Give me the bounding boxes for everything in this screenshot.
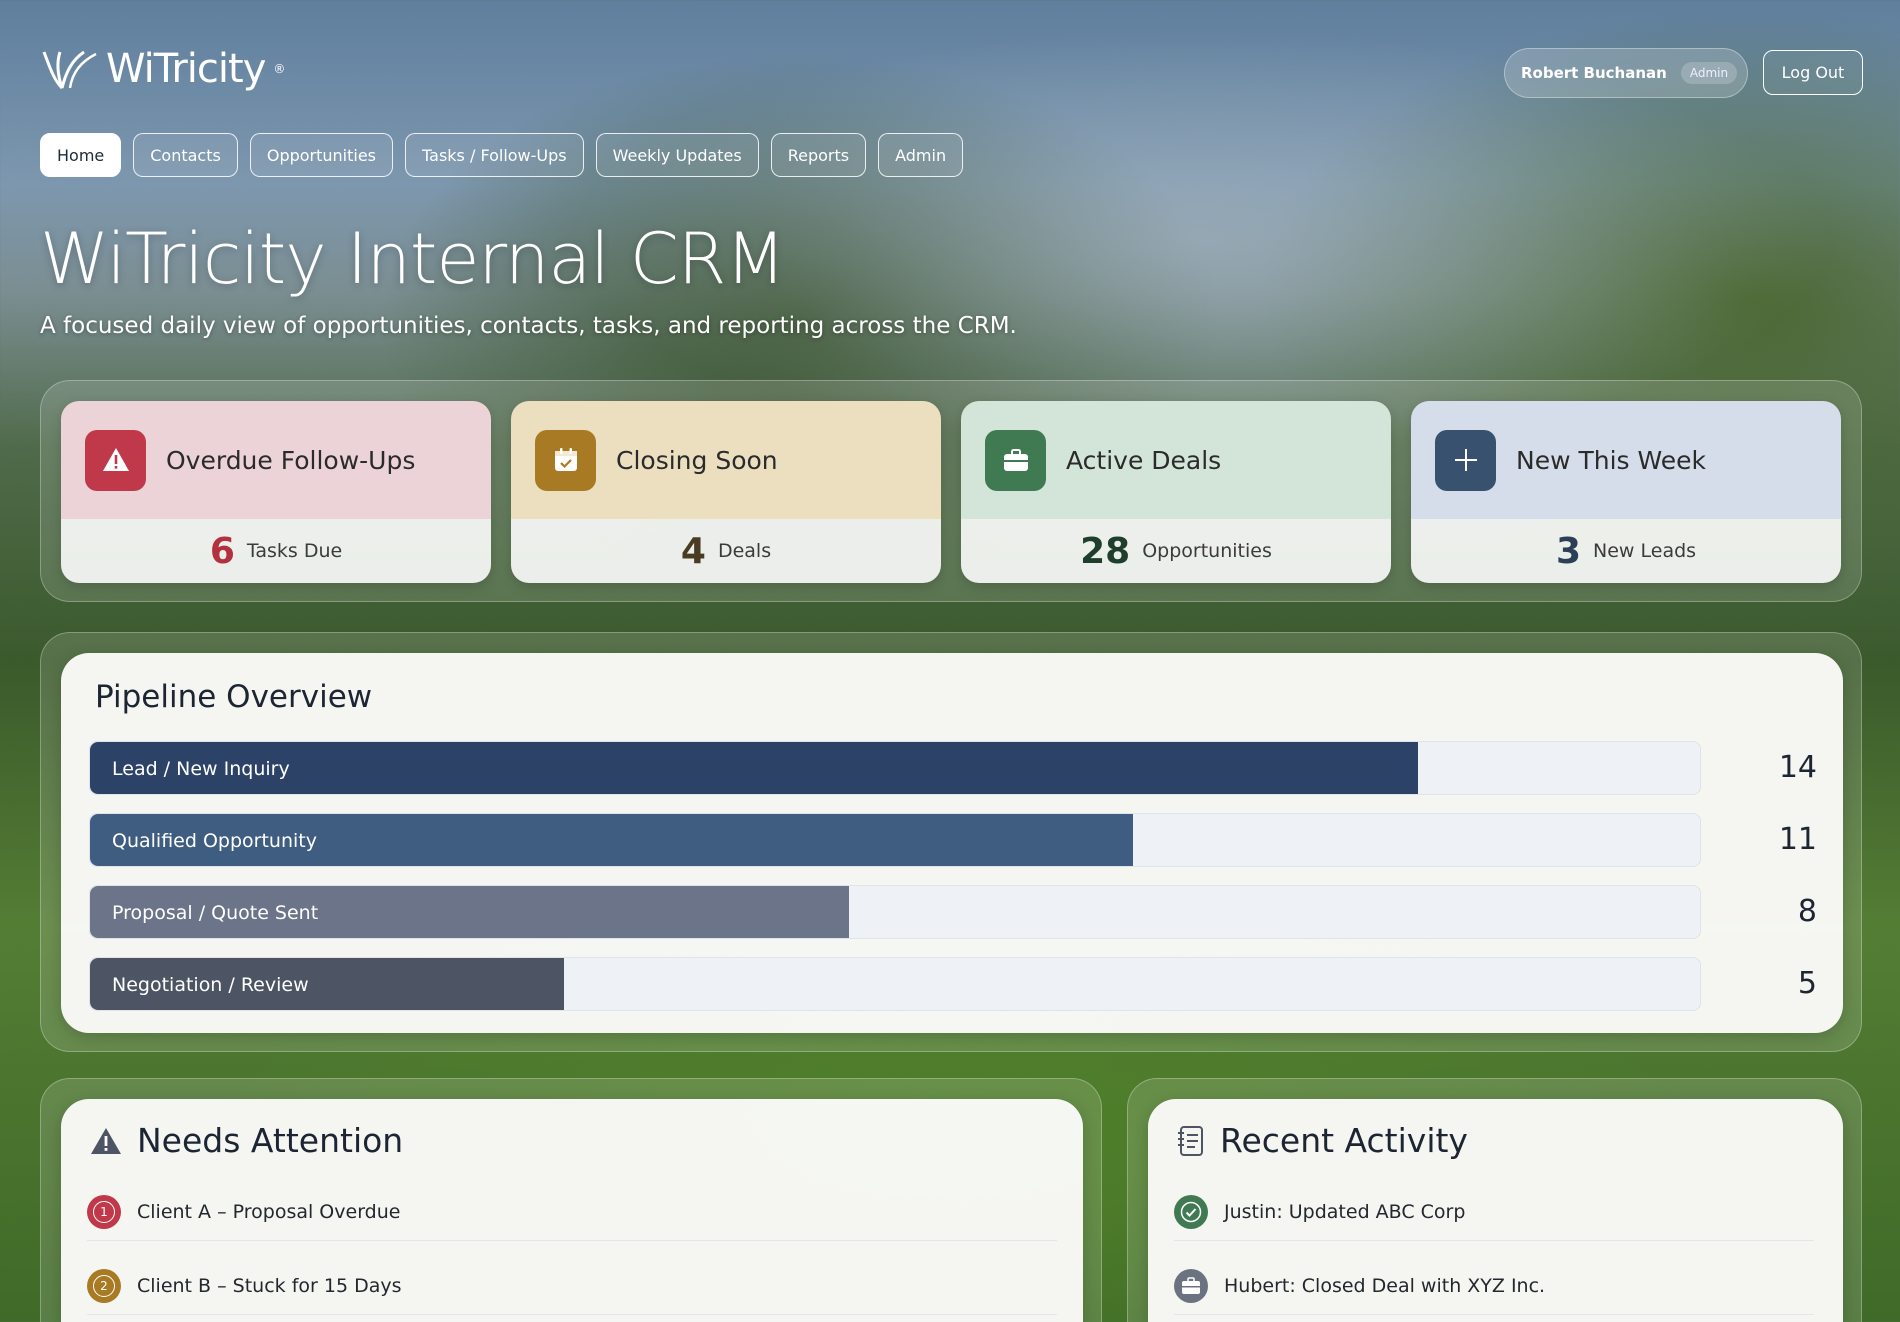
brand-logo[interactable]: WiTricity ® — [40, 46, 285, 92]
check-icon — [1174, 1194, 1208, 1229]
number-badge-icon: 1 — [87, 1194, 121, 1229]
notepad-icon — [1178, 1125, 1203, 1156]
page-title: WiTricity Internal CRM — [40, 218, 786, 300]
tab-weekly-updates[interactable]: Weekly Updates — [595, 133, 759, 177]
stat-value: 28 — [1080, 530, 1131, 572]
item-text: Client B – Stuck for 15 Days — [137, 1274, 402, 1297]
list-item[interactable]: 2 Client B – Stuck for 15 Days — [87, 1257, 1057, 1315]
pipeline-bar-track[interactable]: Negotiation / Review — [89, 957, 1701, 1011]
stat-unit: Deals — [717, 540, 772, 562]
role-badge: Admin — [1680, 62, 1738, 84]
tab-home[interactable]: Home — [40, 133, 122, 177]
stat-label: Overdue Follow-Ups — [166, 445, 416, 475]
pipeline-title: Pipeline Overview — [95, 679, 373, 715]
recent-activity-container: Recent Activity Justin: Updated ABC Corp… — [1127, 1078, 1862, 1322]
pipeline-container: Pipeline Overview Lead / New Inquiry 14 Qu… — [40, 632, 1862, 1052]
activity-text: Hubert: Closed Deal with XYZ Inc. — [1224, 1274, 1546, 1297]
needs-attention-title: Needs Attention — [137, 1121, 404, 1160]
stat-value: 3 — [1555, 530, 1582, 572]
stat-unit: New Leads — [1593, 540, 1697, 562]
recent-activity-title: Recent Activity — [1220, 1121, 1468, 1160]
stat-label: Closing Soon — [616, 445, 778, 475]
list-item[interactable]: 1 Client A – Proposal Overdue — [87, 1183, 1057, 1241]
pipeline-stage-label: Negotiation / Review — [112, 974, 309, 996]
warning-icon — [85, 429, 146, 491]
stat-unit: Tasks Due — [246, 540, 343, 562]
main-nav: Home Contacts Opportunities Tasks / Foll… — [40, 133, 964, 177]
briefcase-icon — [1174, 1268, 1208, 1303]
stat-unit: Opportunities — [1142, 540, 1272, 562]
stats-container: Overdue Follow-Ups 6 Tasks Due Closing S… — [40, 380, 1862, 602]
pipeline-panel: Pipeline Overview Lead / New Inquiry 14 Qu… — [61, 653, 1843, 1033]
recent-activity-panel: Recent Activity Justin: Updated ABC Corp… — [1148, 1099, 1843, 1322]
stat-card-closing-soon[interactable]: Closing Soon 4 Deals — [511, 401, 941, 583]
stat-label: New This Week — [1516, 445, 1707, 475]
tab-opportunities[interactable]: Opportunities — [249, 133, 394, 177]
page-subtitle: A focused daily view of opportunities, c… — [40, 313, 1017, 339]
user-name: Robert Buchanan — [1521, 64, 1667, 82]
item-number: 1 — [93, 1200, 115, 1223]
stat-card-new-this-week[interactable]: New This Week 3 New Leads — [1411, 401, 1841, 583]
logout-button[interactable]: Log Out — [1763, 50, 1863, 95]
plus-icon — [1435, 429, 1496, 491]
warning-icon — [91, 1127, 121, 1154]
pipeline-stage-count: 8 — [1797, 894, 1817, 929]
briefcase-icon — [985, 429, 1046, 491]
pipeline-bar-track[interactable]: Qualified Opportunity — [89, 813, 1701, 867]
tab-reports[interactable]: Reports — [770, 133, 867, 177]
pipeline-stage-label: Lead / New Inquiry — [112, 758, 290, 780]
pipeline-stage-label: Proposal / Quote Sent — [112, 902, 319, 924]
tab-admin[interactable]: Admin — [878, 133, 964, 177]
tab-contacts[interactable]: Contacts — [133, 133, 238, 177]
number-badge-icon: 2 — [87, 1268, 121, 1303]
pipeline-bar-track[interactable]: Lead / New Inquiry — [89, 741, 1701, 795]
stat-value: 4 — [680, 530, 706, 572]
list-item[interactable]: Hubert: Closed Deal with XYZ Inc. — [1174, 1257, 1814, 1315]
stat-value: 6 — [209, 530, 235, 572]
pipeline-stage-count: 11 — [1778, 822, 1817, 857]
pipeline-stage-label: Qualified Opportunity — [112, 830, 317, 852]
calendar-check-icon — [535, 429, 596, 491]
needs-attention-container: Needs Attention 1 Client A – Proposal Ov… — [40, 1078, 1102, 1322]
brand-name: WiTricity — [106, 46, 266, 92]
item-text: Client A – Proposal Overdue — [137, 1200, 401, 1223]
pipeline-stage-count: 5 — [1797, 966, 1817, 1001]
brand-trademark: ® — [273, 62, 286, 76]
pipeline-bar-track[interactable]: Proposal / Quote Sent — [89, 885, 1701, 939]
activity-text: Justin: Updated ABC Corp — [1224, 1200, 1466, 1223]
user-menu[interactable]: Robert Buchanan Admin — [1504, 48, 1748, 98]
pipeline-stage-count: 14 — [1778, 750, 1817, 785]
stat-card-active-deals[interactable]: Active Deals 28 Opportunities — [961, 401, 1391, 583]
needs-attention-panel: Needs Attention 1 Client A – Proposal Ov… — [61, 1099, 1083, 1322]
witricity-logo-icon — [42, 50, 97, 90]
stat-label: Active Deals — [1066, 445, 1222, 475]
item-number: 2 — [93, 1274, 115, 1297]
list-item[interactable]: Justin: Updated ABC Corp — [1174, 1183, 1814, 1241]
stat-card-overdue[interactable]: Overdue Follow-Ups 6 Tasks Due — [61, 401, 491, 583]
tab-tasks-follow-ups[interactable]: Tasks / Follow-Ups — [405, 133, 584, 177]
